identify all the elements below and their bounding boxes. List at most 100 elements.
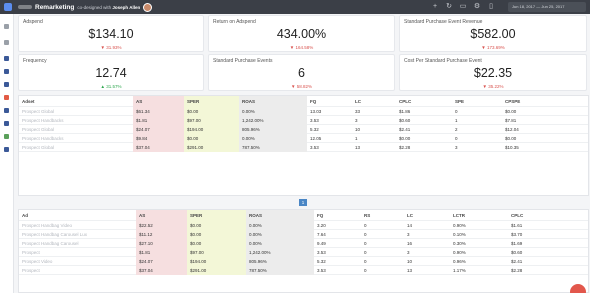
table-row[interactable]: Prospect Handbag Carousel Lux $11.12 $0.00… bbox=[19, 230, 588, 239]
plus-icon[interactable]: + bbox=[430, 2, 440, 12]
table-row[interactable]: Prospect Global $37.04 $291.00 787.50% 3.53 1… bbox=[19, 143, 588, 152]
menu-icon[interactable] bbox=[4, 24, 9, 29]
column-header-adset[interactable]: Adset bbox=[19, 96, 133, 107]
cell-value: $2.41 bbox=[399, 127, 411, 132]
column-header-sper[interactable]: SPER bbox=[187, 210, 246, 221]
column-header-lc[interactable]: LC bbox=[404, 210, 450, 221]
cell-value: $37.04 bbox=[133, 143, 184, 152]
sidebar bbox=[0, 14, 14, 293]
table-row[interactable]: Prospect $37.04 $291.00 787.50% 3.53 0 13 1.17%… bbox=[19, 266, 588, 275]
adset-name: Prospect Global bbox=[22, 145, 55, 150]
cell-value: 14 bbox=[407, 223, 413, 228]
kpi-change: ▼ 173.69% bbox=[481, 45, 505, 50]
facebook-icon[interactable] bbox=[4, 108, 9, 113]
column-header-ad[interactable]: Ad bbox=[19, 210, 136, 221]
chart-icon[interactable] bbox=[4, 134, 9, 139]
kpi-card: Cost Per Standard Purchase Event $22.35 ▼ … bbox=[399, 54, 587, 91]
kpi-change: ▼ 35.22% bbox=[482, 84, 504, 89]
column-header-cplc[interactable]: CPLC bbox=[396, 96, 452, 107]
kpi-value: 434.00% bbox=[276, 27, 327, 41]
cell-value: 0 bbox=[364, 232, 367, 237]
column-header-fq[interactable]: FQ bbox=[307, 96, 352, 107]
cell-value: $61.34 bbox=[133, 107, 184, 116]
settings-icon[interactable]: ⚙ bbox=[472, 2, 482, 12]
google-icon[interactable] bbox=[4, 95, 9, 100]
cell-value: 0.30% bbox=[453, 241, 466, 246]
app-logo bbox=[4, 3, 12, 11]
date-range-picker[interactable]: Jun 18, 2017 — Jun 25, 2017 bbox=[508, 2, 586, 12]
comment-icon[interactable]: ▭ bbox=[458, 2, 468, 12]
facebook-icon[interactable] bbox=[4, 147, 9, 152]
cell-value: 1 bbox=[355, 136, 358, 141]
cell-value: $22.52 bbox=[136, 221, 187, 230]
cell-value: $0.00 bbox=[187, 221, 246, 230]
facebook-icon[interactable] bbox=[4, 121, 9, 126]
adset-name: Prospect Handbacks bbox=[22, 118, 64, 123]
cell-value: $3.70 bbox=[511, 232, 523, 237]
cell-value: $1.86 bbox=[399, 109, 411, 114]
column-header-fq[interactable]: FQ bbox=[314, 210, 361, 221]
cell-value: $27.10 bbox=[136, 239, 187, 248]
cell-value: 10 bbox=[355, 127, 361, 132]
column-header-sper[interactable]: SPER bbox=[184, 96, 239, 107]
cell-value: 3.53 bbox=[310, 118, 319, 123]
table-row[interactable]: Prospect Handbacks $9.84 $0.00 0.00% 12.05 1 $… bbox=[19, 134, 588, 143]
cell-value: 5.32 bbox=[317, 259, 326, 264]
column-header-as[interactable]: AS bbox=[136, 210, 187, 221]
cell-value: $97.00 bbox=[187, 248, 246, 257]
column-header-rs[interactable]: RS bbox=[361, 210, 404, 221]
table-row[interactable]: Prospect Global $61.34 $0.00 0.00% 13.03 33 $1… bbox=[19, 107, 588, 116]
column-header-as[interactable]: AS bbox=[133, 96, 184, 107]
cell-value: 1 bbox=[455, 118, 458, 123]
cell-value: 3 bbox=[455, 145, 458, 150]
page-subtitle: co-designed with Joseph Allen bbox=[77, 4, 141, 10]
table-row[interactable]: Prospect Handbag Video $22.52 $0.00 0.00% 3.… bbox=[19, 221, 588, 230]
table-row[interactable]: Prospect Handbacks $1.81 $97.00 1,242.00% 3.… bbox=[19, 116, 588, 125]
grid-icon[interactable] bbox=[4, 40, 9, 45]
cell-value: $12.04 bbox=[505, 127, 519, 132]
document-icon[interactable]: ▯ bbox=[486, 2, 496, 12]
column-header-cplc[interactable]: CPLC bbox=[508, 210, 590, 221]
cell-value: 805.96% bbox=[246, 257, 314, 266]
cell-value: 9.49 bbox=[317, 241, 326, 246]
refresh-icon[interactable]: ↻ bbox=[444, 2, 454, 12]
kpi-card: Frequency 12.74 ▲ 31.57% bbox=[18, 54, 204, 91]
chat-button[interactable] bbox=[570, 284, 586, 293]
cell-value: 0 bbox=[455, 136, 458, 141]
facebook-icon[interactable] bbox=[4, 56, 9, 61]
kpi-card: Return on Adspend 434.00% ▼ 164.58% bbox=[208, 15, 395, 52]
cell-value: 3 bbox=[407, 250, 410, 255]
facebook-icon[interactable] bbox=[4, 82, 9, 87]
cell-value: 1,242.00% bbox=[239, 116, 307, 125]
cell-value: $0.60 bbox=[511, 250, 523, 255]
cell-value: $1.61 bbox=[511, 223, 523, 228]
column-header-spe[interactable]: SPE bbox=[452, 96, 502, 107]
column-header-roas[interactable]: ROAS bbox=[239, 96, 307, 107]
cell-value: $0.00 bbox=[184, 107, 239, 116]
column-header-roas[interactable]: ROAS bbox=[246, 210, 314, 221]
table-header-row: Adset AS SPER ROAS FQ LC CPLC SPE CPSPE bbox=[19, 96, 588, 107]
table-row[interactable]: Prospect Handbag Carousel $27.10 $0.00 0.00… bbox=[19, 239, 588, 248]
cell-value: $37.04 bbox=[136, 266, 187, 275]
kpi-value: $22.35 bbox=[473, 66, 513, 80]
kpi-value: $134.10 bbox=[88, 27, 134, 41]
table-row[interactable]: Prospect $1.81 $97.00 1,242.00% 3.53 0 3 0.90% $… bbox=[19, 248, 588, 257]
cell-value: $0.00 bbox=[187, 239, 246, 248]
kpi-label: Frequency bbox=[23, 58, 47, 64]
table-row[interactable]: Prospect Global $24.07 $194.00 805.96% 5.32 1… bbox=[19, 125, 588, 134]
facebook-icon[interactable] bbox=[4, 69, 9, 74]
cell-value: 0.10% bbox=[453, 232, 466, 237]
kpi-change: ▼ 31.93% bbox=[100, 45, 122, 50]
column-header-cpspe[interactable]: CPSPE bbox=[502, 96, 590, 107]
cell-value: 0 bbox=[364, 250, 367, 255]
table-row[interactable]: Prospect Video $24.07 $194.00 805.96% 5.32 0 1… bbox=[19, 257, 588, 266]
column-header-lc[interactable]: LC bbox=[352, 96, 396, 107]
adset-table: Adset AS SPER ROAS FQ LC CPLC SPE CPSPE Prospect … bbox=[18, 95, 589, 196]
kpi-card: Standard Purchase Event Revenue $582.00 ▼ … bbox=[399, 15, 587, 52]
kpi-label: Standard Purchase Event Revenue bbox=[404, 19, 483, 25]
column-header-lctr[interactable]: LCTR bbox=[450, 210, 508, 221]
pagination-page[interactable]: 1 bbox=[299, 199, 307, 206]
cell-value: $0.00 bbox=[399, 136, 411, 141]
ad-name: Prospect Handbag Video bbox=[22, 223, 72, 228]
cell-value: 5.32 bbox=[310, 127, 319, 132]
